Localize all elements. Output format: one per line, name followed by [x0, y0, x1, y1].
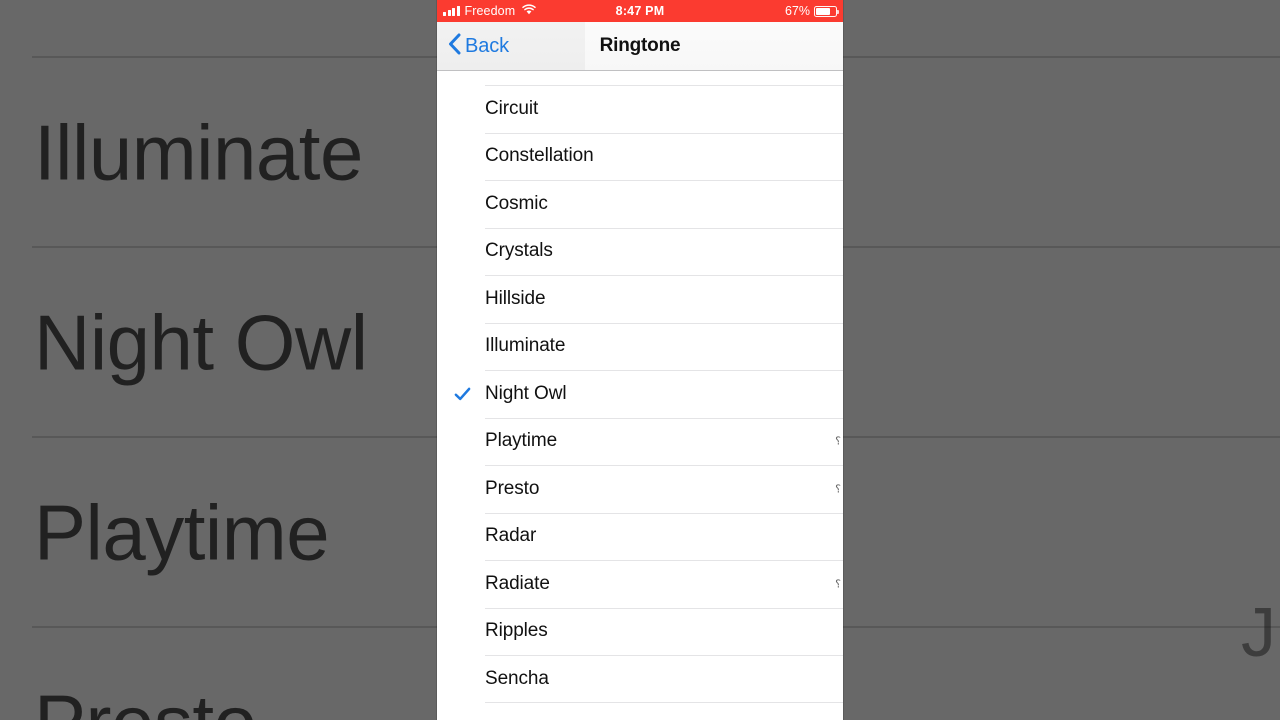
list-item[interactable]: Sencha [437, 655, 843, 703]
battery-icon [814, 5, 840, 17]
list-item[interactable]: Radar [437, 512, 843, 560]
list-separator [485, 180, 843, 181]
navigation-bar: Back Ringtone [437, 22, 843, 71]
list-separator [485, 701, 843, 703]
background-list-item-label: Night Owl [34, 298, 368, 387]
status-bar: Freedom 8:47 PM 67% [437, 0, 843, 22]
background-list-item-label: Hillside [34, 0, 282, 9]
list-item-label: Crystals [485, 240, 553, 262]
battery-percent-label: 67% [784, 4, 810, 18]
carrier-label: Freedom [464, 4, 516, 18]
list-item[interactable]: Presto ⸮ [437, 465, 843, 513]
list-separator [485, 227, 843, 229]
list-item-label: Ripples [485, 620, 548, 642]
ringtone-list[interactable]: Circuit Constellation Cosmic Crystals Hillsi… [437, 71, 843, 720]
signal-bars-icon [443, 6, 460, 16]
background-list-item-label: Presto [34, 678, 257, 720]
list-item-label: Illuminate [485, 335, 566, 357]
list-item-label: Circuit [485, 97, 539, 119]
list-separator [485, 370, 843, 371]
list-item-label: Hillside [485, 287, 546, 309]
list-item-label: Sencha [485, 667, 549, 689]
list-item-label: Radiate [485, 572, 550, 594]
list-separator [485, 465, 843, 466]
list-item[interactable]: Cosmic [437, 180, 843, 228]
list-item[interactable]: Night Owl [437, 370, 843, 418]
chevron-left-icon [448, 33, 461, 60]
phone-screen: Freedom 8:47 PM 67% Back Ringtone Circui… [437, 0, 843, 720]
back-button[interactable]: Back [437, 33, 509, 60]
list-item-label: Night Owl [485, 382, 567, 404]
status-bar-right: 67% [784, 4, 840, 18]
list-item-label: Presto [485, 477, 540, 499]
checkmark-icon [453, 384, 472, 403]
wifi-icon [522, 4, 536, 18]
list-item-label: Cosmic [485, 192, 548, 214]
list-separator [485, 607, 843, 609]
screen-root: Crystals Hillside Illuminate Night Owl Playt… [0, 0, 1280, 720]
edge-artifact: ⸮ [835, 435, 841, 448]
list-separator [485, 560, 843, 561]
list-separator [485, 655, 843, 656]
list-separator [485, 322, 843, 324]
edge-artifact: ⸮ [835, 483, 841, 496]
list-item[interactable]: Constellation [437, 132, 843, 180]
list-item[interactable]: Playtime ⸮ [437, 417, 843, 465]
list-item[interactable]: Radiate ⸮ [437, 560, 843, 608]
list-item[interactable]: Hillside [437, 275, 843, 323]
list-top-spacer [437, 71, 843, 85]
list-item[interactable]: Crystals [437, 227, 843, 275]
background-list-item-label: Illuminate [34, 108, 363, 197]
list-item-label: Radar [485, 525, 537, 547]
list-item[interactable]: Circuit [437, 85, 843, 133]
status-bar-left: Freedom [443, 4, 536, 18]
clock-label: 8:47 PM [615, 4, 665, 18]
list-item-label: Constellation [485, 145, 594, 167]
background-list-item-label: Playtime [34, 488, 330, 577]
list-separator [485, 275, 843, 276]
list-item[interactable]: Ripples [437, 607, 843, 655]
list-item-label: Playtime [485, 430, 558, 452]
list-item[interactable]: Illuminate [437, 322, 843, 370]
ringtone-list-rows: Circuit Constellation Cosmic Crystals Hillsi… [437, 85, 843, 703]
list-separator [485, 512, 843, 514]
list-separator [485, 417, 843, 419]
page-title-label: Ringtone [599, 35, 681, 56]
list-separator [485, 85, 843, 86]
edge-artifact: ⸮ [835, 578, 841, 591]
list-separator [485, 132, 843, 134]
back-button-label: Back [465, 34, 510, 57]
